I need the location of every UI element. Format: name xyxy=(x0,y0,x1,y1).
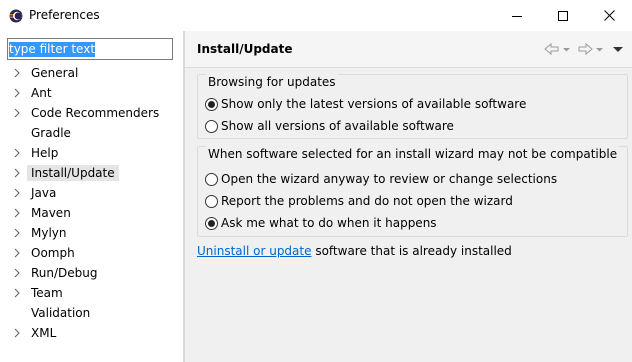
chevron-right-icon[interactable] xyxy=(12,288,22,298)
tree-item-team[interactable]: Team xyxy=(0,283,183,303)
tree-item-general[interactable]: General xyxy=(0,63,183,83)
chevron-right-icon[interactable] xyxy=(12,68,22,78)
radio-button[interactable] xyxy=(205,119,218,133)
maximize-button[interactable] xyxy=(540,0,586,31)
page-header: Install/Update xyxy=(185,31,632,68)
radio-open-wizard[interactable]: Open the wizard anyway to review or chan… xyxy=(205,171,557,187)
tree-item-label: Maven xyxy=(31,206,71,220)
back-dropdown-icon[interactable] xyxy=(562,42,571,56)
chevron-right-icon[interactable] xyxy=(12,88,22,98)
chevron-right-icon[interactable] xyxy=(12,168,22,178)
minimize-button[interactable] xyxy=(494,0,540,31)
tree-item-label: Ant xyxy=(31,86,52,100)
radio-button[interactable] xyxy=(205,172,218,186)
radio-label: Open the wizard anyway to review or chan… xyxy=(221,172,558,186)
menu-icon[interactable] xyxy=(612,42,624,56)
tree-item-gradle[interactable]: Gradle xyxy=(0,123,183,143)
title-bar: Preferences xyxy=(0,0,632,31)
tree-item-install-update[interactable]: Install/Update xyxy=(0,163,183,183)
close-icon xyxy=(603,10,615,21)
minimize-icon xyxy=(512,15,522,17)
filter-input[interactable]: type filter text xyxy=(7,38,173,60)
tree-item-label: Mylyn xyxy=(31,226,67,240)
tree-item-label: Install/Update xyxy=(27,165,119,181)
radio-label: Ask me what to do when it happens xyxy=(221,216,437,230)
tree-item-label: Run/Debug xyxy=(31,266,98,280)
eclipse-icon xyxy=(9,9,23,23)
chevron-right-icon[interactable] xyxy=(12,328,22,338)
filter-input-text: type filter text xyxy=(9,41,96,57)
tree-item-mylyn[interactable]: Mylyn xyxy=(0,223,183,243)
tree-item-validation[interactable]: Validation xyxy=(0,303,183,323)
browsing-group-title: Browsing for updates xyxy=(206,74,338,90)
tree-item-label: General xyxy=(31,66,79,80)
tree-item-label: Oomph xyxy=(31,246,75,260)
tree-item-maven[interactable]: Maven xyxy=(0,203,183,223)
tree-item-label: Help xyxy=(31,146,59,160)
tree-item-label: Gradle xyxy=(31,126,71,140)
radio-latest-versions[interactable]: Show only the latest versions of availab… xyxy=(205,96,526,112)
tree-item-code-recommenders[interactable]: Code Recommenders xyxy=(0,103,183,123)
browsing-group: Browsing for updates Show only the lates… xyxy=(197,74,628,139)
close-button[interactable] xyxy=(586,0,632,31)
window-title: Preferences xyxy=(29,8,100,22)
maximize-icon xyxy=(558,10,568,21)
tree-item-label: XML xyxy=(31,326,57,340)
tree-item-run-debug[interactable]: Run/Debug xyxy=(0,263,183,283)
back-icon[interactable] xyxy=(544,42,560,56)
preference-page: Install/Update Browsing for updates Show… xyxy=(185,31,632,362)
chevron-right-icon[interactable] xyxy=(12,208,22,218)
page-title: Install/Update xyxy=(197,42,293,56)
page-nav xyxy=(544,42,624,56)
tree-item-label: Code Recommenders xyxy=(31,106,160,120)
tree-item-label: Java xyxy=(31,186,57,200)
tree-item-ant[interactable]: Ant xyxy=(0,83,183,103)
radio-label: Show all versions of available software xyxy=(221,119,454,133)
tree-item-xml[interactable]: XML xyxy=(0,323,183,343)
tree-item-label: Validation xyxy=(31,306,91,320)
radio-label: Show only the latest versions of availab… xyxy=(221,97,527,111)
chevron-right-icon[interactable] xyxy=(12,268,22,278)
radio-button[interactable] xyxy=(205,194,218,208)
chevron-right-icon[interactable] xyxy=(12,228,22,238)
uninstall-line: Uninstall or update software that is alr… xyxy=(197,244,512,258)
tree-item-label: Team xyxy=(31,286,63,300)
chevron-right-icon[interactable] xyxy=(12,248,22,258)
chevron-right-icon[interactable] xyxy=(12,188,22,198)
uninstall-line-suffix: software that is already installed xyxy=(311,244,512,258)
preference-tree-pane: type filter text General Ant Code Recommen… xyxy=(0,31,183,362)
chevron-right-icon[interactable] xyxy=(12,108,22,118)
tree-item-help[interactable]: Help xyxy=(0,143,183,163)
radio-ask-me[interactable]: Ask me what to do when it happens xyxy=(205,215,437,231)
compatibility-group: When software selected for an install wi… xyxy=(197,146,628,237)
radio-label: Report the problems and do not open the … xyxy=(221,194,513,208)
forward-icon[interactable] xyxy=(577,42,593,56)
radio-all-versions[interactable]: Show all versions of available software xyxy=(205,118,454,134)
radio-button[interactable] xyxy=(205,97,218,111)
radio-report-problems[interactable]: Report the problems and do not open the … xyxy=(205,193,513,209)
tree-item-oomph[interactable]: Oomph xyxy=(0,243,183,263)
preference-tree: General Ant Code Recommenders Gradle Help Ins… xyxy=(0,63,183,343)
uninstall-or-update-link[interactable]: Uninstall or update xyxy=(197,244,312,258)
compatibility-group-title: When software selected for an install wi… xyxy=(206,146,620,162)
chevron-right-icon[interactable] xyxy=(12,148,22,158)
forward-dropdown-icon[interactable] xyxy=(595,42,604,56)
radio-button[interactable] xyxy=(205,216,218,230)
tree-item-java[interactable]: Java xyxy=(0,183,183,203)
